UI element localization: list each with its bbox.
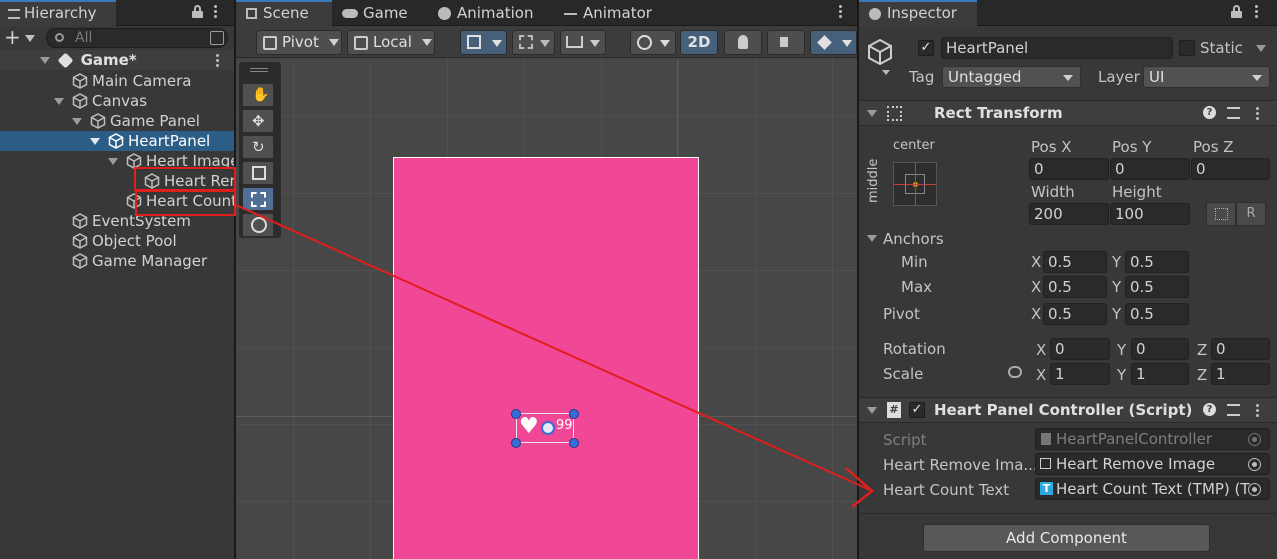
- annotation-arrowhead: [845, 467, 874, 508]
- annotation-arrow: [235, 204, 874, 508]
- annotation-arrow-line: [235, 204, 871, 491]
